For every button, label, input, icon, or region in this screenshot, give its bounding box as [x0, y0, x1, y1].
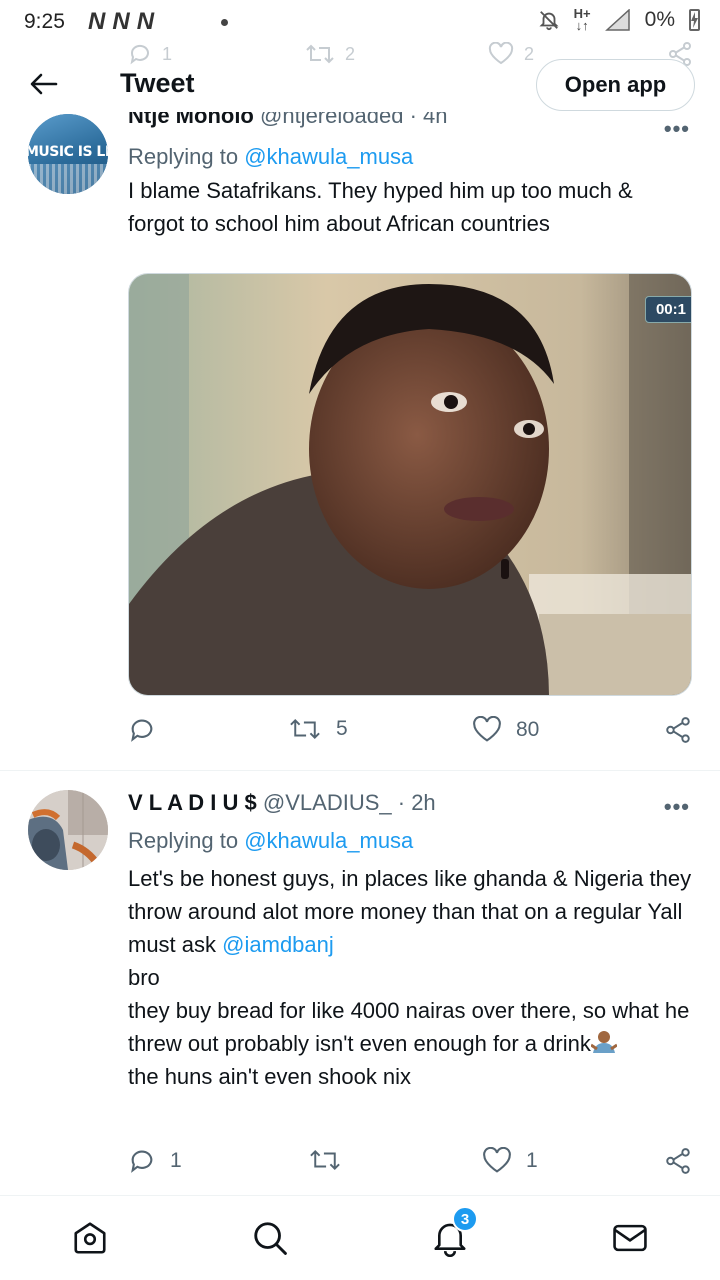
shrug-emoji-icon — [589, 1029, 618, 1055]
replying-handle-link[interactable]: @khawula_musa — [244, 828, 413, 853]
tweet-text: Let's be honest guys, in places like gha… — [128, 862, 692, 1093]
avatar-text: MUSIC IS LIF — [28, 144, 108, 160]
tweet-vladius[interactable]: V L A D I U $ @VLADIUS_ · 2h Replying to… — [0, 771, 720, 1195]
tweet-ntje[interactable]: MUSIC IS LIF Ntje Moholo @ntjereloaded ·… — [0, 0, 720, 770]
replying-prefix: Replying to — [128, 144, 239, 169]
tweet-time: · 4h — [409, 112, 448, 128]
replying-handle-link[interactable]: @khawula_musa — [244, 144, 413, 169]
reply-button[interactable]: 1 — [128, 1147, 182, 1175]
tweet-video[interactable]: 00:1 — [128, 273, 692, 696]
like-count: 1 — [526, 1149, 538, 1172]
avatar[interactable] — [28, 790, 108, 870]
retweet-icon — [290, 718, 320, 740]
notification-badge: 3 — [452, 1206, 478, 1232]
retweet-count: 5 — [336, 717, 348, 740]
tweet-actions: 1 1 — [128, 1147, 694, 1181]
reply-count: 1 — [170, 1149, 182, 1172]
retweet-icon — [310, 1149, 340, 1171]
reply-icon — [131, 1150, 153, 1173]
retweet-button[interactable]: 5 — [288, 716, 348, 742]
like-button[interactable]: 1 — [482, 1147, 538, 1175]
author-handle[interactable]: @VLADIUS_ — [263, 790, 392, 815]
mention-link[interactable]: @iamdbanj — [222, 932, 334, 957]
tweet-actions: 5 80 — [128, 716, 694, 750]
reply-icon — [131, 719, 153, 742]
tweet-text-part: the huns ain't even shook nix — [128, 1064, 412, 1089]
video-timer: 00:1 — [644, 296, 691, 323]
avatar[interactable]: MUSIC IS LIF — [28, 114, 108, 194]
mail-icon — [613, 1224, 647, 1252]
home-icon — [74, 1222, 106, 1254]
like-button[interactable]: 80 — [472, 716, 539, 744]
tweet-body: V L A D I U $ @VLADIUS_ · 2h Replying to… — [128, 790, 692, 1093]
heart-icon — [473, 716, 501, 742]
search-icon — [254, 1222, 287, 1255]
share-button[interactable] — [664, 716, 692, 744]
tweet-time: · 2h — [397, 790, 436, 815]
more-options-icon[interactable]: ••• — [664, 116, 690, 142]
nav-home[interactable] — [70, 1218, 110, 1258]
avatar-image — [28, 790, 108, 870]
bottom-navigation: 3 — [0, 1195, 720, 1280]
retweet-button[interactable] — [308, 1147, 342, 1173]
like-count: 80 — [516, 718, 540, 741]
author-handle[interactable]: @ntjereloaded — [260, 112, 403, 128]
author-name[interactable]: Ntje Moholo — [128, 112, 254, 128]
tweet-text-part: bro — [128, 965, 160, 990]
replying-to: Replying to @khawula_musa — [128, 828, 692, 854]
nav-search[interactable] — [250, 1218, 290, 1258]
tweet-text: I blame Satafrikans. They hyped him up t… — [128, 178, 633, 236]
more-options-icon[interactable]: ••• — [664, 794, 690, 820]
nav-messages[interactable] — [610, 1218, 650, 1258]
tweet-author-line: Ntje Moholo @ntjereloaded · 4h — [128, 112, 692, 132]
replying-prefix: Replying to — [128, 828, 239, 853]
share-button[interactable] — [664, 1147, 692, 1175]
tweet-text-part: Let's be honest guys, in places like gha… — [128, 866, 692, 957]
video-thumbnail-image — [129, 274, 691, 695]
replying-to: Replying to @khawula_musa — [128, 144, 692, 170]
heart-icon — [483, 1147, 511, 1173]
reply-button[interactable] — [128, 716, 156, 744]
author-name[interactable]: V L A D I U $ — [128, 790, 257, 815]
tweet-body: Ntje Moholo @ntjereloaded · 4h Replying … — [128, 112, 692, 240]
share-icon — [666, 717, 690, 743]
share-icon — [666, 1148, 690, 1174]
tweet-author-line: V L A D I U $ @VLADIUS_ · 2h — [128, 790, 692, 816]
